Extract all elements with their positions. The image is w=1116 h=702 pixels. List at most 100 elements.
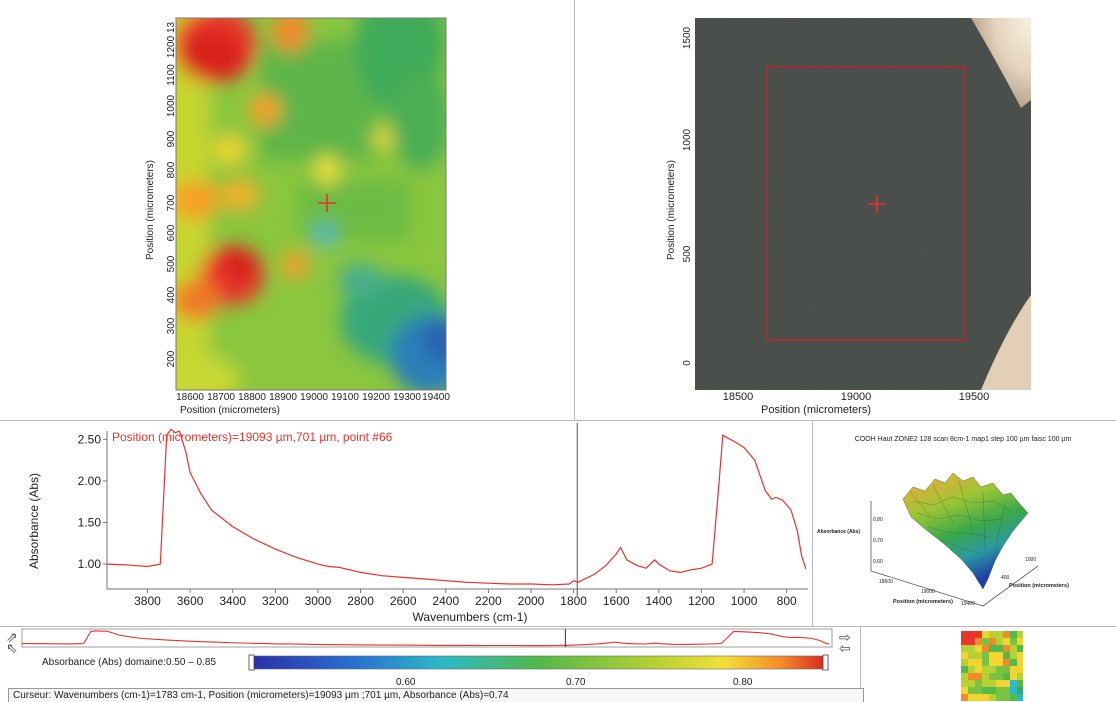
map-x-tick: 19000 [300,392,328,403]
thumbnail-cell [989,673,996,680]
thumbnail-cell [996,652,1003,659]
thumbnail-cell [1010,652,1017,659]
thumbnail-cell [982,659,989,666]
thumbnail-cell [1003,652,1010,659]
map-y-tick: 1000 [166,94,177,117]
thumbnail-cell [975,694,982,701]
thumbnail-cell [975,638,982,645]
thumbnail-cell [982,694,989,701]
map-x-ticks: 18600 18700 18800 18900 19000 19100 1920… [176,392,450,403]
thumbnail-cell [1010,645,1017,652]
map-panel[interactable]: 18600 18700 18800 18900 19000 19100 1920… [0,0,574,420]
spectrum-x-tick: 2200 [475,594,502,608]
map-x-tick: 19100 [331,392,359,403]
thumbnail-cell [1010,673,1017,680]
thumbnail-cell [989,638,996,645]
thumbnail-cell [1003,680,1010,687]
thumbnail-cell [1003,638,1010,645]
surface-z-label: Absorbance (Abs) [817,529,860,535]
image-chart[interactable]: 18500 19000 19500 Position (micrometers)… [576,0,1116,420]
thumbnail-cell [982,645,989,652]
map-thumbnail[interactable] [961,631,1023,701]
image-x-axis-title: Position (micrometers) [761,404,871,416]
map-x-tick: 18800 [238,392,266,403]
map-chart[interactable]: 18600 18700 18800 18900 19000 19100 1920… [0,0,574,420]
thumbnail-cell [961,638,968,645]
map-y-tick: 200 [166,350,177,367]
thumbnail-cell [1010,659,1017,666]
spectrum-x-tick: 3800 [134,594,161,608]
spectrum-x-tick: 2600 [390,594,417,608]
thumbnail-cell [1010,631,1017,638]
thumbnail-cell [975,631,982,638]
thumbnail-cell [1003,687,1010,694]
surface-panel[interactable]: COOH Haut ZONE2 128 scan 8cm-1 map1 step… [813,421,1116,626]
spectrum-line [106,428,807,586]
thumbnail-cell [1017,680,1023,687]
thumbnail-cell [968,673,975,680]
thumbnail-cell [961,652,968,659]
color-scale-bar[interactable] [249,655,829,670]
map-x-tick: 18900 [269,392,297,403]
thumbnail-cell [996,687,1003,694]
map-y-tick: 1200 13 [166,21,177,58]
thumbnail-cell [975,666,982,673]
thumbnail-cell [989,659,996,666]
thumbnail-cell [996,680,1003,687]
thumbnail-cell [982,638,989,645]
map-y-tick: 1100 [166,64,177,86]
thumbnail-cell [968,659,975,666]
scale-min-handle[interactable] [248,654,255,671]
thumbnail-cell [996,659,1003,666]
surface-x-tick: 19000 [921,589,935,595]
thumbnail-cell [975,687,982,694]
overview-line [21,630,830,647]
surface-z-tick: 0,80 [873,517,883,523]
thumbnail-cell [975,652,982,659]
surface-chart[interactable]: COOH Haut ZONE2 128 scan 8cm-1 map1 step… [813,421,1116,626]
thumbnail-cell [968,631,975,638]
map-x-tick: 19300 [393,392,421,403]
color-scale-tick: 0.70 [566,677,586,688]
map-x-tick: 18600 [176,392,204,403]
map-x-axis-title: Position (micrometers) [180,405,280,416]
map-y-tick: 800 [166,161,177,178]
thumbnail-cell [961,680,968,687]
panel-divider[interactable] [574,0,575,420]
surface-mesh [902,472,1029,590]
spectrum-panel[interactable]: 2.50 2.00 1.50 1.00 3800 3600 3400 3200 3000 280… [0,421,812,626]
scale-max-handle[interactable] [822,654,829,671]
thumbnail-cell [961,673,968,680]
image-panel[interactable]: 18500 19000 19500 Position (micrometers)… [576,0,1116,420]
thumbnail-cell [1017,687,1023,694]
map-y-tick: 400 [166,286,177,303]
thumbnail-cell [982,673,989,680]
surface-y-tick: 400 [1001,575,1010,581]
thumbnail-cell [1010,638,1017,645]
thumbnail-cell [961,687,968,694]
thumbnail-cell [1003,631,1010,638]
thumbnail-cell [1010,687,1017,694]
status-bar: Curseur: Wavenumbers (cm-1)=1783 cm-1, P… [8,688,864,702]
spectrum-chart[interactable]: 2.50 2.00 1.50 1.00 3800 3600 3400 3200 3000 280… [0,421,812,626]
thumbnail-cell [961,666,968,673]
map-y-axis-title: Position (micrometers) [145,160,156,260]
thumbnail-cell [1017,694,1023,701]
thumbnail-cell [982,652,989,659]
map-x-tick: 18700 [207,392,235,403]
thumbnail-cell [982,687,989,694]
thumbnail-cell [968,652,975,659]
spectrum-x-tick: 3400 [219,594,246,608]
thumbnail-cell [996,631,1003,638]
image-x-tick: 19000 [841,391,872,403]
thumbnail-cell [996,673,1003,680]
image-y-tick: 500 [682,245,693,262]
spectrum-x-tick: 3600 [177,594,204,608]
thumbnail-cell [996,666,1003,673]
thumbnail-cell [1003,673,1010,680]
thumbnail-cell [989,694,996,701]
spectrum-y-tick: 1.00 [78,557,102,571]
surface-z-tick: 0,70 [873,538,883,544]
spectrum-x-tick: 1800 [560,594,587,608]
surface-y-label: Position (micrometers) [1009,583,1069,589]
